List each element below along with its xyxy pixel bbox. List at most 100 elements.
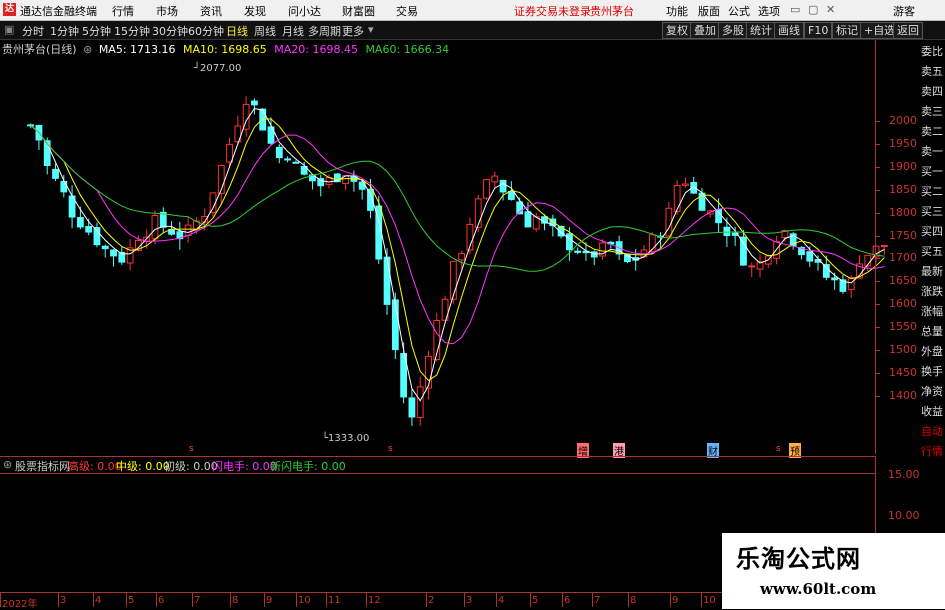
menu-formula[interactable]: 公式 <box>728 3 750 19</box>
period-30min[interactable]: 30分钟 <box>152 23 188 39</box>
menu-market[interactable]: 市场 <box>156 3 178 19</box>
menu-function[interactable]: 功能 <box>666 3 688 19</box>
sidebar-item[interactable]: 外盘 <box>920 342 944 361</box>
overlay-button[interactable]: 叠加 <box>690 22 720 39</box>
stats-button[interactable]: 统计 <box>746 22 776 39</box>
sidebar-item[interactable]: 买五 <box>920 242 944 261</box>
indicator-settings-icon[interactable]: ⊛ <box>3 458 12 471</box>
sidebar-item[interactable]: 卖一 <box>920 142 944 161</box>
menu-discover[interactable]: 发现 <box>244 3 266 19</box>
candle[interactable] <box>665 207 673 237</box>
sidebar-item[interactable]: 自动 <box>920 422 944 441</box>
candle[interactable] <box>499 179 507 193</box>
event-marker-dot[interactable]: s <box>776 444 781 454</box>
candle[interactable] <box>416 386 424 418</box>
sidebar-item[interactable]: 换手 <box>920 362 944 381</box>
period-15min[interactable]: 15分钟 <box>114 23 150 39</box>
candle[interactable] <box>275 146 283 159</box>
minimize-icon[interactable]: ▭ <box>790 3 800 16</box>
period-60min[interactable]: 60分钟 <box>188 23 224 39</box>
f10-button[interactable]: F10 <box>804 22 833 39</box>
period-multi[interactable]: 多周期 <box>308 23 341 39</box>
candle[interactable] <box>565 233 573 251</box>
multi-stock-button[interactable]: 多股 <box>718 22 748 39</box>
candle[interactable] <box>251 100 258 106</box>
sidebar-item[interactable]: 卖二 <box>920 122 944 141</box>
candle[interactable] <box>458 253 466 261</box>
menu-layout[interactable]: 版面 <box>698 3 720 19</box>
candle[interactable] <box>60 180 68 193</box>
candle[interactable] <box>151 214 159 240</box>
sidebar-item[interactable]: 买二 <box>920 182 944 201</box>
legend-settings-icon[interactable]: ⊛ <box>83 43 92 56</box>
sidebar-item[interactable]: 行情 <box>920 442 944 461</box>
candle[interactable] <box>483 179 490 199</box>
toolbar-menu-icon[interactable]: ▣ <box>4 23 14 36</box>
draw-line-button[interactable]: 画线 <box>774 22 804 39</box>
sidebar-item[interactable]: 卖四 <box>920 82 944 101</box>
sidebar-item[interactable]: 卖三 <box>920 102 944 121</box>
sidebar-item[interactable]: 总量 <box>920 322 944 341</box>
period-1min[interactable]: 1分钟 <box>50 23 79 39</box>
candle[interactable] <box>715 208 722 224</box>
candle[interactable] <box>574 250 582 253</box>
candle[interactable] <box>292 161 300 164</box>
sidebar-item[interactable]: 涨跌 <box>920 282 944 301</box>
sidebar-item[interactable]: 最新 <box>920 262 944 281</box>
event-marker-dot[interactable]: s <box>388 444 393 454</box>
candle[interactable] <box>740 236 747 266</box>
period-weekly[interactable]: 周线 <box>254 23 276 39</box>
period-more[interactable]: 更多 <box>342 23 364 39</box>
candle[interactable] <box>524 211 532 228</box>
mark-button[interactable]: 标记 <box>832 22 862 39</box>
kline-chart[interactable] <box>0 40 920 454</box>
sidebar-item[interactable]: 卖五 <box>920 62 944 81</box>
sidebar-item[interactable]: 收益 <box>920 402 944 421</box>
candle[interactable] <box>723 226 731 237</box>
candle[interactable] <box>682 183 689 186</box>
candle[interactable] <box>507 190 515 200</box>
user-guest[interactable]: 游客 <box>893 3 915 19</box>
candle[interactable] <box>847 277 855 291</box>
menu-wealth[interactable]: 财富圈 <box>342 3 375 19</box>
candle[interactable] <box>822 264 830 278</box>
candle[interactable] <box>317 178 325 187</box>
candle[interactable] <box>673 185 681 212</box>
candle[interactable] <box>491 175 499 183</box>
more-dropdown-icon[interactable]: ▾ <box>368 23 374 36</box>
sidebar-item[interactable]: 委比 <box>920 42 944 61</box>
candle[interactable] <box>806 251 814 262</box>
period-daily[interactable]: 日线 <box>226 23 248 39</box>
candle[interactable] <box>383 256 391 305</box>
candle[interactable] <box>85 226 93 233</box>
candle[interactable] <box>408 397 416 418</box>
event-marker-dot[interactable]: s <box>189 444 194 454</box>
candle[interactable] <box>52 168 59 179</box>
candle[interactable] <box>748 265 756 268</box>
maximize-icon[interactable]: ▢ <box>808 3 818 16</box>
sidebar-item[interactable]: 买一 <box>920 162 944 181</box>
sidebar-item[interactable]: 买三 <box>920 202 944 221</box>
candle[interactable] <box>110 249 117 257</box>
candle[interactable] <box>425 355 432 389</box>
menu-trade[interactable]: 交易 <box>396 3 418 19</box>
back-button[interactable]: 返回 <box>893 22 923 39</box>
menu-options[interactable]: 选项 <box>758 3 780 19</box>
candle[interactable] <box>284 158 291 161</box>
sidebar-item[interactable]: 买四 <box>920 222 944 241</box>
period-monthly[interactable]: 月线 <box>282 23 304 39</box>
candle[interactable] <box>226 143 233 163</box>
candle[interactable] <box>831 277 839 281</box>
sidebar-item[interactable]: 净资 <box>920 382 944 401</box>
login-status[interactable]: 证券交易未登录 <box>514 3 591 19</box>
candle[interactable] <box>101 245 109 250</box>
period-5min[interactable]: 5分钟 <box>82 23 111 39</box>
candle[interactable] <box>449 260 457 300</box>
adjust-button[interactable]: 复权 <box>662 22 692 39</box>
sidebar-item[interactable]: 涨幅 <box>920 302 944 321</box>
menu-ask[interactable]: 问小达 <box>288 3 321 19</box>
candle[interactable] <box>76 217 84 228</box>
close-icon[interactable]: ✕ <box>826 3 835 16</box>
period-timeshare[interactable]: 分时 <box>22 23 44 39</box>
menu-news[interactable]: 资讯 <box>200 3 222 19</box>
